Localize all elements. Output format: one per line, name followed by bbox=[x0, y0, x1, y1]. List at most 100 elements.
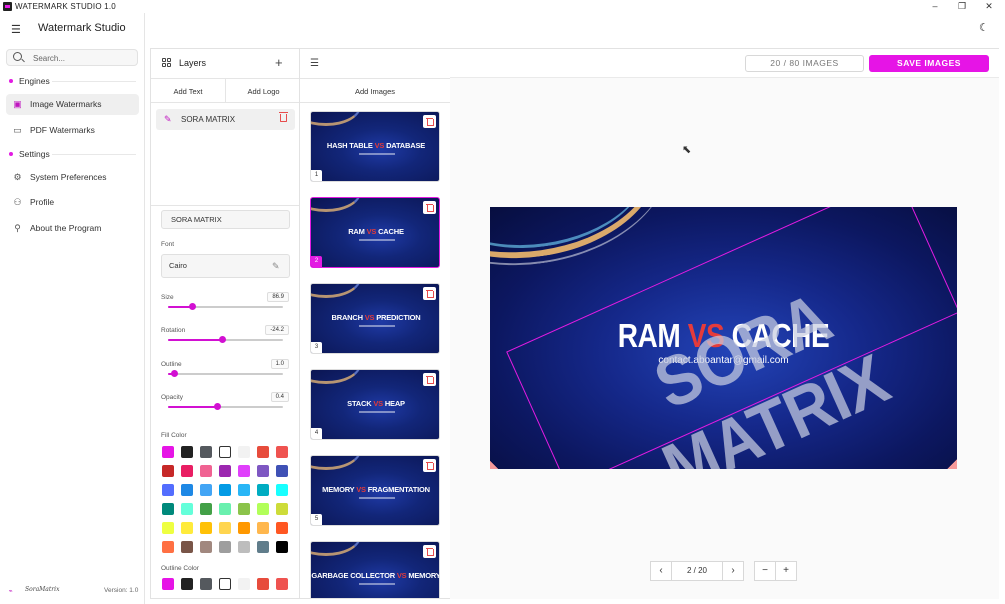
image-thumbnail[interactable]: RAM VS CACHE 2 bbox=[310, 197, 440, 268]
color-swatch[interactable] bbox=[181, 578, 193, 590]
nav-pdf-watermarks[interactable]: ▭ PDF Watermarks bbox=[6, 120, 139, 141]
zoom-in-button[interactable]: + bbox=[775, 561, 797, 581]
color-swatch[interactable] bbox=[200, 503, 212, 515]
color-swatch[interactable] bbox=[219, 446, 231, 458]
color-swatch[interactable] bbox=[200, 446, 212, 458]
color-swatch[interactable] bbox=[181, 503, 193, 515]
color-swatch[interactable] bbox=[238, 522, 250, 534]
image-thumbnail[interactable]: STACK VS HEAP 4 bbox=[310, 369, 440, 440]
slider-value[interactable]: 86.9 bbox=[267, 292, 289, 302]
search-input[interactable] bbox=[33, 52, 133, 64]
color-swatch[interactable] bbox=[219, 484, 231, 496]
minimize-button[interactable]: – bbox=[925, 0, 945, 13]
color-swatch[interactable] bbox=[181, 465, 193, 477]
color-swatch[interactable] bbox=[257, 503, 269, 515]
add-images-button[interactable]: Add Images bbox=[300, 78, 450, 103]
delete-image-icon[interactable] bbox=[423, 373, 436, 386]
slider-track[interactable] bbox=[168, 370, 283, 377]
image-thumbnail[interactable]: GARBAGE COLLECTOR VS MEMORY6 bbox=[310, 541, 440, 598]
color-swatch[interactable] bbox=[219, 465, 231, 477]
slider-thumb[interactable] bbox=[189, 303, 197, 310]
slider-thumb[interactable] bbox=[219, 336, 227, 343]
image-thumbnail[interactable]: BRANCH VS PREDICTION 3 bbox=[310, 283, 440, 354]
color-swatch[interactable] bbox=[257, 522, 269, 534]
color-swatch[interactable] bbox=[276, 446, 288, 458]
prev-page-button[interactable]: ‹ bbox=[650, 561, 672, 581]
color-swatch[interactable] bbox=[219, 541, 231, 553]
color-swatch[interactable] bbox=[238, 578, 250, 590]
save-images-button[interactable]: SAVE IMAGES bbox=[869, 55, 989, 72]
image-thumbnail[interactable]: MEMORY VS FRAGMENTATION 5 bbox=[310, 455, 440, 526]
color-swatch[interactable] bbox=[162, 446, 174, 458]
collapse-menu-icon[interactable]: ☰ bbox=[11, 23, 21, 36]
color-swatch[interactable] bbox=[276, 503, 288, 515]
watermark-text-field[interactable]: SORA MATRIX bbox=[161, 210, 290, 229]
color-swatch[interactable] bbox=[181, 484, 193, 496]
add-logo-button[interactable]: Add Logo bbox=[226, 78, 299, 103]
dark-mode-toggle-icon[interactable]: ☾ bbox=[979, 21, 989, 34]
next-page-button[interactable]: › bbox=[722, 561, 744, 581]
search-box[interactable] bbox=[6, 49, 138, 66]
delete-layer-icon[interactable] bbox=[279, 112, 288, 122]
color-swatch[interactable] bbox=[276, 522, 288, 534]
image-thumbnail[interactable]: HASH TABLE VS DATABASE 1 bbox=[310, 111, 440, 182]
color-swatch[interactable] bbox=[219, 522, 231, 534]
color-swatch[interactable] bbox=[200, 578, 212, 590]
add-layer-button[interactable]: + bbox=[275, 55, 283, 70]
delete-image-icon[interactable] bbox=[423, 459, 436, 472]
slider-track[interactable] bbox=[168, 403, 283, 410]
slider-value[interactable]: 0.4 bbox=[270, 392, 289, 402]
delete-image-icon[interactable] bbox=[423, 115, 436, 128]
slider-track[interactable] bbox=[168, 303, 283, 310]
color-swatch[interactable] bbox=[238, 465, 250, 477]
nav-about[interactable]: ⚲ About the Program bbox=[6, 218, 139, 239]
color-swatch[interactable] bbox=[257, 484, 269, 496]
color-swatch[interactable] bbox=[181, 522, 193, 534]
color-swatch[interactable] bbox=[276, 465, 288, 477]
delete-image-icon[interactable] bbox=[423, 201, 436, 214]
nav-profile[interactable]: ⚇ Profile bbox=[6, 192, 139, 213]
color-swatch[interactable] bbox=[257, 578, 269, 590]
zoom-out-button[interactable]: − bbox=[754, 561, 776, 581]
color-swatch[interactable] bbox=[162, 578, 174, 590]
collapse-panel-icon[interactable]: ☰ bbox=[310, 58, 319, 69]
color-swatch[interactable] bbox=[257, 541, 269, 553]
color-swatch[interactable] bbox=[257, 465, 269, 477]
slider-track[interactable] bbox=[168, 336, 283, 343]
delete-image-icon[interactable] bbox=[423, 287, 436, 300]
color-swatch[interactable] bbox=[200, 465, 212, 477]
color-swatch[interactable] bbox=[276, 541, 288, 553]
slider-value[interactable]: 1.0 bbox=[270, 359, 289, 369]
color-swatch[interactable] bbox=[200, 522, 212, 534]
color-swatch[interactable] bbox=[238, 446, 250, 458]
color-swatch[interactable] bbox=[162, 484, 174, 496]
nav-system-preferences[interactable]: ⚙ System Preferences bbox=[6, 167, 139, 188]
layer-item[interactable]: ✎ SORA MATRIX bbox=[156, 109, 295, 130]
color-swatch[interactable] bbox=[200, 484, 212, 496]
color-swatch[interactable] bbox=[238, 484, 250, 496]
close-button[interactable]: ✕ bbox=[979, 0, 999, 13]
font-select[interactable]: Cairo ✎ bbox=[161, 254, 290, 278]
color-swatch[interactable] bbox=[238, 541, 250, 553]
slider-thumb[interactable] bbox=[170, 370, 178, 377]
color-swatch[interactable] bbox=[257, 446, 269, 458]
color-swatch[interactable] bbox=[162, 541, 174, 553]
color-swatch[interactable] bbox=[162, 522, 174, 534]
image-preview[interactable]: RAM VS CACHE contact.aboantar@gmail.com … bbox=[490, 207, 957, 469]
nav-image-watermarks[interactable]: ▣ Image Watermarks bbox=[6, 94, 139, 115]
slider-thumb[interactable] bbox=[214, 403, 222, 410]
color-swatch[interactable] bbox=[181, 446, 193, 458]
delete-image-icon[interactable] bbox=[423, 545, 436, 558]
maximize-button[interactable]: ❐ bbox=[952, 0, 972, 13]
color-swatch[interactable] bbox=[238, 503, 250, 515]
slider-value[interactable]: -24.2 bbox=[265, 325, 289, 335]
color-swatch[interactable] bbox=[162, 465, 174, 477]
color-swatch[interactable] bbox=[200, 541, 212, 553]
watermark-text[interactable]: SORA MATRIX bbox=[546, 233, 957, 469]
color-swatch[interactable] bbox=[181, 541, 193, 553]
color-swatch[interactable] bbox=[219, 503, 231, 515]
color-swatch[interactable] bbox=[276, 484, 288, 496]
edit-icon[interactable]: ✎ bbox=[272, 261, 280, 271]
color-swatch[interactable] bbox=[219, 578, 231, 590]
color-swatch[interactable] bbox=[162, 503, 174, 515]
